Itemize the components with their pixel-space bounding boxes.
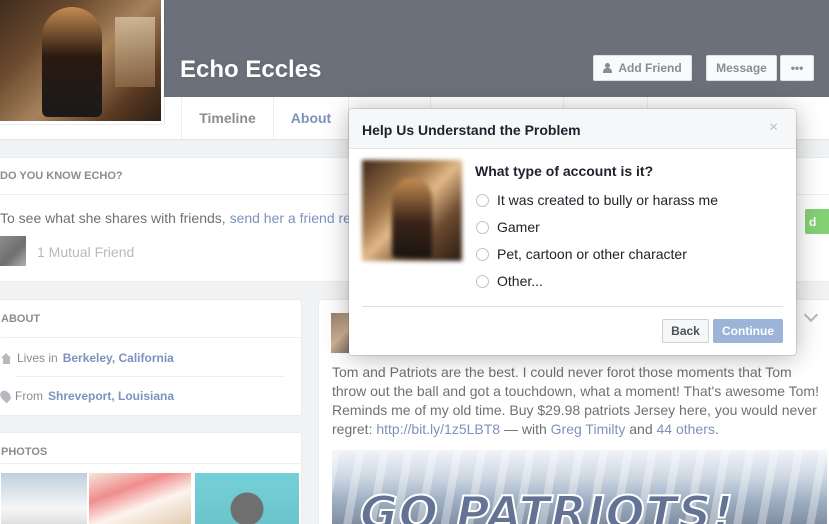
profile-picture[interactable]	[0, 0, 164, 124]
option-label: Gamer	[497, 219, 540, 235]
option-bully-harass[interactable]: It was created to bully or harass me	[476, 192, 718, 208]
reported-photo-figure	[392, 178, 432, 258]
dialog-header: Help Us Understand the Problem ×	[349, 109, 796, 149]
dialog-title: Help Us Understand the Problem	[362, 122, 581, 138]
option-other[interactable]: Other...	[476, 273, 543, 289]
back-button[interactable]: Back	[662, 319, 709, 343]
option-label: It was created to bully or harass me	[497, 192, 718, 208]
reported-profile-photo	[362, 160, 462, 261]
close-icon[interactable]: ×	[769, 120, 778, 136]
radio-button[interactable]	[476, 247, 489, 261]
profile-picture-background	[115, 17, 155, 87]
continue-button[interactable]: Continue	[713, 319, 783, 343]
option-gamer[interactable]: Gamer	[476, 219, 540, 235]
dialog-question: What type of account is it?	[475, 163, 654, 179]
option-pet-character[interactable]: Pet, cartoon or other character	[476, 246, 687, 262]
profile-picture-figure	[42, 7, 102, 117]
divider	[362, 306, 783, 307]
radio-button[interactable]	[476, 220, 489, 234]
option-label: Pet, cartoon or other character	[497, 246, 687, 262]
radio-button[interactable]	[476, 274, 489, 288]
report-dialog: Help Us Understand the Problem × What ty…	[349, 109, 796, 355]
radio-button[interactable]	[476, 193, 489, 207]
option-label: Other...	[497, 273, 543, 289]
